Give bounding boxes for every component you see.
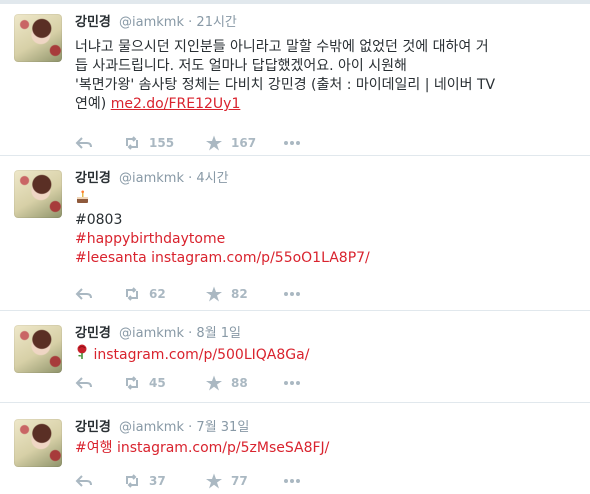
tweet-text-line: 듭 사과드립니다. 저도 얼마나 답답했겠어요. 아이 시원해: [75, 58, 407, 74]
author-name[interactable]: 강민경: [75, 15, 111, 30]
tweet-header: 강민경 @iamkmk · 21시간: [75, 14, 237, 32]
like-icon: [205, 374, 223, 392]
hashtag-link[interactable]: #leesanta: [75, 250, 147, 266]
retweet-icon: [123, 285, 141, 303]
tweet-text-line: #여행 instagram.com/p/5zMseSA8FJ/: [75, 439, 580, 458]
retweet-count: 62: [149, 287, 166, 301]
avatar[interactable]: [14, 170, 62, 218]
tweet-item[interactable]: 강민경 @iamkmk · 21시간 너냐고 물으시던 지인분들 아니라고 말할…: [0, 4, 590, 156]
cake-emoji: [75, 190, 90, 211]
like-count: 167: [231, 136, 257, 150]
like-count: 88: [231, 376, 248, 390]
tweet-item[interactable]: 강민경 @iamkmk · 7월 31일 #여행 instagram.com/p…: [0, 403, 590, 494]
reply-button[interactable]: [75, 472, 93, 490]
reply-icon: [75, 472, 93, 490]
author-name[interactable]: 강민경: [75, 326, 111, 341]
author-handle[interactable]: @iamkmk: [119, 420, 184, 435]
author-handle[interactable]: @iamkmk: [119, 326, 184, 341]
tweet-text: #0803 #happybirthdaytome #leesanta insta…: [75, 190, 580, 268]
more-icon: [283, 285, 301, 303]
reply-button[interactable]: [75, 134, 93, 152]
author-handle[interactable]: @iamkmk: [119, 15, 184, 30]
tweet-header: 강민경 @iamkmk · 7월 31일: [75, 419, 249, 437]
like-button[interactable]: 82: [205, 285, 248, 303]
retweet-icon: [123, 374, 141, 392]
tweet-header: 강민경 @iamkmk · 8월 1일: [75, 325, 241, 343]
retweet-count: 155: [149, 136, 175, 150]
reply-button[interactable]: [75, 285, 93, 303]
tweet-text: #여행 instagram.com/p/5zMseSA8FJ/: [75, 439, 580, 458]
tweet-timestamp[interactable]: 21시간: [196, 15, 236, 30]
more-icon: [283, 472, 301, 490]
author-handle[interactable]: @iamkmk: [119, 171, 184, 186]
tweet-text-line: #0803: [75, 212, 123, 228]
more-icon: [283, 134, 301, 152]
reply-icon: [75, 374, 93, 392]
tweet-link[interactable]: instagram.com/p/55oO1LA8P7/: [151, 250, 370, 266]
like-icon: [205, 472, 223, 490]
tweet-text-line: 너냐고 물으시던 지인분들 아니라고 말할 수밖에 없었던 것에 대하여 거: [75, 39, 489, 55]
retweet-button[interactable]: 45: [123, 374, 166, 392]
author-name[interactable]: 강민경: [75, 420, 111, 435]
time-separator: ·: [188, 15, 193, 30]
tweet-text: 너냐고 물으시던 지인분들 아니라고 말할 수밖에 없었던 것에 대하여 거 듭…: [75, 38, 580, 114]
more-icon: [283, 374, 301, 392]
retweet-icon: [123, 134, 141, 152]
hashtag-link[interactable]: #happybirthdaytome: [75, 230, 580, 249]
tweet-text-line-text: 연예): [75, 96, 111, 112]
like-icon: [205, 285, 223, 303]
tweet-link[interactable]: instagram.com/p/5zMseSA8FJ/: [117, 440, 329, 456]
retweet-button[interactable]: 155: [123, 134, 174, 152]
time-separator: ·: [188, 326, 193, 341]
tweet-text-line: 연예) me2.do/FRE12Uy1: [75, 95, 580, 114]
reply-icon: [75, 134, 93, 152]
more-button[interactable]: [283, 472, 301, 490]
tweet-timestamp[interactable]: 8월 1일: [196, 326, 241, 341]
like-button[interactable]: 77: [205, 472, 248, 490]
retweet-count: 45: [149, 376, 166, 390]
retweet-icon: [123, 472, 141, 490]
tweet-timestamp[interactable]: 4시간: [196, 171, 228, 186]
avatar[interactable]: [14, 325, 62, 373]
tweet-header: 강민경 @iamkmk · 4시간: [75, 170, 229, 188]
like-count: 82: [231, 287, 248, 301]
like-button[interactable]: 88: [205, 374, 248, 392]
avatar[interactable]: [14, 14, 62, 62]
hashtag-link[interactable]: #여행: [75, 440, 113, 456]
avatar[interactable]: [14, 419, 62, 467]
time-separator: ·: [188, 171, 193, 186]
like-icon: [205, 134, 223, 152]
tweet-item[interactable]: 강민경 @iamkmk · 4시간 #0803 #happybirthdayto…: [0, 156, 590, 311]
reply-button[interactable]: [75, 374, 93, 392]
tweet-text-line: [75, 190, 580, 211]
tweet-text-line: instagram.com/p/500LIQA8Ga/: [75, 344, 580, 366]
tweet-text-line: #leesanta instagram.com/p/55oO1LA8P7/: [75, 249, 580, 268]
author-name[interactable]: 강민경: [75, 171, 111, 186]
retweet-count: 37: [149, 474, 166, 488]
reply-icon: [75, 285, 93, 303]
tweet-link[interactable]: instagram.com/p/500LIQA8Ga/: [93, 347, 309, 363]
retweet-button[interactable]: 62: [123, 285, 166, 303]
like-button[interactable]: 167: [205, 134, 256, 152]
more-button[interactable]: [283, 134, 301, 152]
retweet-button[interactable]: 37: [123, 472, 166, 490]
tweet-link[interactable]: me2.do/FRE12Uy1: [111, 96, 241, 112]
tweet-timestamp[interactable]: 7월 31일: [196, 420, 249, 435]
like-count: 77: [231, 474, 248, 488]
time-separator: ·: [188, 420, 193, 435]
tweet-text-line: '복면가왕' 솜사탕 정체는 다비치 강민경 (출처 : 마이데일리 | 네이버…: [75, 77, 496, 93]
rose-emoji: [75, 344, 89, 366]
more-button[interactable]: [283, 285, 301, 303]
tweet-text: instagram.com/p/500LIQA8Ga/: [75, 344, 580, 366]
more-button[interactable]: [283, 374, 301, 392]
tweet-item[interactable]: 강민경 @iamkmk · 8월 1일 instagram.com/p/500L…: [0, 311, 590, 403]
